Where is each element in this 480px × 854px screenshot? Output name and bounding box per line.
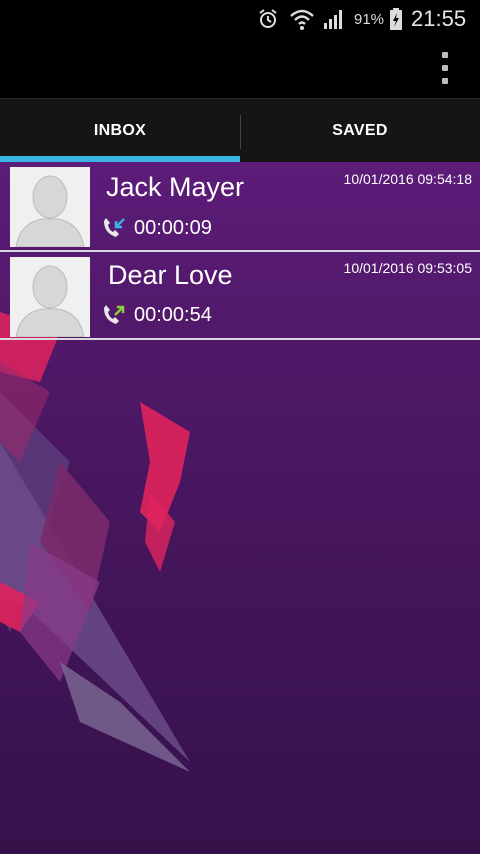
status-bar: 91% 21:55	[0, 0, 480, 38]
call-datetime: 10/01/2016 09:53:05	[343, 260, 472, 276]
tab-inbox[interactable]: INBOX	[0, 99, 240, 163]
list-divider	[0, 338, 480, 340]
contact-name: Jack Mayer	[106, 172, 245, 202]
call-list: Jack Mayer 10/01/2016 09:54:18 00:00:09 …	[0, 162, 480, 854]
incoming-call-icon	[100, 302, 126, 328]
battery-percent: 91%	[354, 10, 385, 28]
signal-icon	[322, 0, 346, 38]
contact-avatar	[10, 257, 90, 337]
clock: 21:55	[411, 6, 467, 31]
alarm-icon	[256, 0, 280, 38]
call-datetime: 10/01/2016 09:54:18	[343, 171, 472, 187]
action-bar	[0, 38, 480, 98]
tab-bar: INBOX SAVED	[0, 98, 480, 162]
call-list-item[interactable]: Jack Mayer 10/01/2016 09:54:18 00:00:09	[0, 164, 480, 252]
contact-name: Dear Love	[108, 260, 233, 290]
outgoing-call-icon	[100, 215, 126, 241]
call-list-item[interactable]: Dear Love 10/01/2016 09:53:05 00:00:54	[0, 252, 480, 340]
call-duration: 00:00:54	[134, 304, 212, 326]
call-duration: 00:00:09	[134, 217, 212, 239]
contact-avatar	[10, 167, 90, 247]
wifi-icon	[289, 0, 315, 38]
tab-saved[interactable]: SAVED	[240, 99, 480, 163]
overflow-menu-icon[interactable]	[438, 52, 452, 84]
battery-charging-icon	[389, 0, 403, 38]
